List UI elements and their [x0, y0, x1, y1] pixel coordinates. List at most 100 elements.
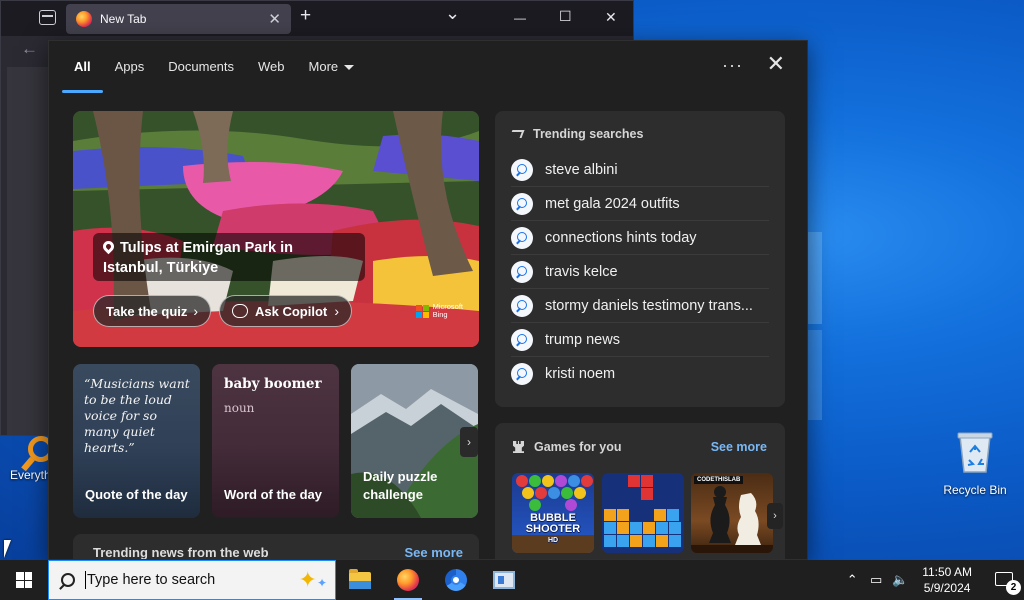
trending-search-item[interactable]: stormy daniels testimony trans... — [511, 289, 769, 323]
show-hidden-icons-chevron[interactable]: ⌃ — [840, 572, 864, 588]
trending-search-text: travis kelce — [545, 263, 618, 280]
tab-documents[interactable]: Documents — [156, 41, 246, 93]
recycle-bin-icon — [957, 432, 993, 473]
image-caption[interactable]: Tulips at Emirgan Park in Istanbul, Türk… — [93, 233, 365, 281]
recycle-bin-label: Recycle Bin — [943, 483, 1007, 497]
firefox-view-icon[interactable] — [39, 10, 56, 25]
maximize-icon[interactable]: ☐ — [559, 8, 572, 25]
browser-taskbar-button[interactable] — [432, 560, 480, 600]
firefox-icon — [76, 11, 92, 27]
tab-apps[interactable]: Apps — [103, 41, 157, 93]
start-button[interactable] — [0, 560, 48, 600]
cards-next-button[interactable]: › — [460, 427, 478, 457]
brand-line-2: Bing — [432, 310, 448, 319]
puzzle-card-label: Daily puzzle challenge — [363, 469, 438, 502]
take-quiz-button[interactable]: Take the quiz › — [93, 295, 211, 327]
search-icon — [511, 363, 533, 385]
news-see-more-link[interactable]: See more — [404, 545, 463, 559]
volume-muted-icon[interactable]: 🔈 — [888, 572, 912, 588]
games-title: Games for you — [534, 440, 622, 454]
games-see-more-link[interactable]: See more — [711, 440, 767, 454]
network-icon[interactable]: ▭ — [864, 572, 888, 588]
trending-search-item[interactable]: travis kelce — [511, 255, 769, 289]
search-placeholder: Type here to search — [87, 572, 216, 588]
clock[interactable]: 11:50 AM 5/9/2024 — [912, 564, 984, 596]
trending-search-text: connections hints today — [545, 229, 697, 246]
trending-search-item[interactable]: met gala 2024 outfits — [511, 187, 769, 221]
ask-copilot-button[interactable]: Ask Copilot › — [219, 295, 352, 327]
chess-rook-icon — [513, 441, 524, 453]
browser-globe-icon — [445, 569, 467, 591]
app-window-icon — [493, 571, 515, 589]
search-scope-tabs: All Apps Documents Web More ··· ✕ — [49, 41, 807, 93]
everything-desktop-icon[interactable]: Everything — [0, 432, 48, 482]
search-flyout: All Apps Documents Web More ··· ✕ Tulips… — [48, 40, 808, 560]
notification-center-button[interactable]: 2 — [984, 560, 1024, 600]
bing-daily-image[interactable]: Tulips at Emirgan Park in Istanbul, Türk… — [73, 111, 479, 347]
browser-tabstrip: New Tab ✕ + ⌄ — ☐ ✕ — [1, 1, 633, 36]
word-of-the-day-card[interactable]: baby boomer noun Word of the day — [212, 364, 339, 518]
tab-more[interactable]: More — [297, 41, 367, 93]
trending-search-text: stormy daniels testimony trans... — [545, 297, 753, 314]
game-tile-master-chess[interactable]: CODETHISLAB — [691, 473, 773, 553]
trending-search-item[interactable]: steve albini — [511, 153, 769, 187]
window-close-icon[interactable]: ✕ — [605, 9, 617, 26]
list-tabs-chevron-icon[interactable]: ⌄ — [445, 3, 460, 24]
taskbar-search-box[interactable]: Type here to search ✦✦ — [48, 560, 336, 600]
more-options-icon[interactable]: ··· — [722, 55, 743, 76]
microsoft-bing-logo: Microsoft Bing — [415, 303, 463, 319]
trending-search-item[interactable]: connections hints today — [511, 221, 769, 255]
close-flyout-icon[interactable]: ✕ — [767, 53, 785, 75]
trending-search-text: met gala 2024 outfits — [545, 195, 680, 212]
firefox-icon — [397, 569, 419, 591]
trending-news-title: Trending news from the web — [93, 545, 269, 560]
notification-count-badge: 2 — [1006, 580, 1021, 595]
tab-web[interactable]: Web — [246, 41, 297, 93]
back-arrow-icon[interactable]: ← — [21, 39, 38, 59]
chevron-right-icon: › — [334, 303, 339, 319]
trending-searches-panel: Trending searches steve albini met gala … — [495, 111, 785, 407]
games-next-button[interactable]: › — [767, 503, 783, 529]
system-tray: ⌃ ▭ 🔈 11:50 AM 5/9/2024 2 — [840, 560, 1024, 600]
new-tab-icon[interactable]: + — [300, 5, 311, 27]
clock-date: 5/9/2024 — [923, 581, 971, 595]
trending-arrow-icon — [509, 130, 525, 138]
recycle-bin-desktop-icon[interactable]: Recycle Bin — [937, 430, 1013, 497]
bubble-shooter-name: BUBBLE SHOOTER — [525, 512, 581, 535]
trending-news-section: Trending news from the web See more — [73, 534, 479, 560]
games-panel: Games for you See more BUBBLE SHOOTER HD — [495, 423, 785, 559]
app-taskbar-button[interactable] — [480, 560, 528, 600]
word-part-of-speech: noun — [224, 401, 255, 415]
game-tile-block-puzzle[interactable] — [602, 473, 684, 553]
microsoft-logo-icon — [415, 304, 429, 318]
tab-all[interactable]: All — [62, 41, 103, 93]
quote-of-the-day-card[interactable]: “Musicians want to be the loud voice for… — [73, 364, 200, 518]
search-icon — [61, 573, 75, 587]
minimize-icon[interactable]: — — [514, 11, 526, 25]
everything-label: Everything — [10, 468, 48, 482]
clock-time: 11:50 AM — [922, 565, 972, 579]
close-tab-icon[interactable]: ✕ — [268, 10, 281, 28]
word-title: baby boomer — [224, 376, 322, 392]
trending-search-text: steve albini — [545, 161, 618, 178]
search-icon — [511, 192, 533, 215]
everything-icon — [28, 436, 48, 462]
daily-puzzle-card[interactable]: Daily puzzle challenge — [351, 364, 478, 518]
chat-bubble-icon — [232, 304, 248, 318]
search-icon — [511, 226, 533, 249]
search-highlights-icon[interactable]: ✦✦ — [299, 567, 328, 596]
bubble-shooter-sub: HD — [547, 537, 559, 544]
firefox-taskbar-button[interactable] — [384, 560, 432, 600]
browser-tab-new-tab[interactable]: New Tab ✕ — [66, 4, 291, 34]
file-explorer-taskbar-button[interactable] — [336, 560, 384, 600]
search-icon — [511, 328, 533, 351]
mouse-pointer-icon — [4, 540, 11, 558]
search-icon — [511, 158, 533, 181]
chevron-right-icon: › — [193, 303, 198, 319]
trending-search-item[interactable]: trump news — [511, 323, 769, 357]
game-tile-bubble-shooter[interactable]: BUBBLE SHOOTER HD — [512, 473, 594, 553]
trending-search-item[interactable]: kristi noem — [511, 357, 769, 391]
ask-copilot-label: Ask Copilot — [255, 303, 328, 319]
take-quiz-label: Take the quiz — [106, 303, 188, 319]
trending-search-text: kristi noem — [545, 366, 616, 382]
